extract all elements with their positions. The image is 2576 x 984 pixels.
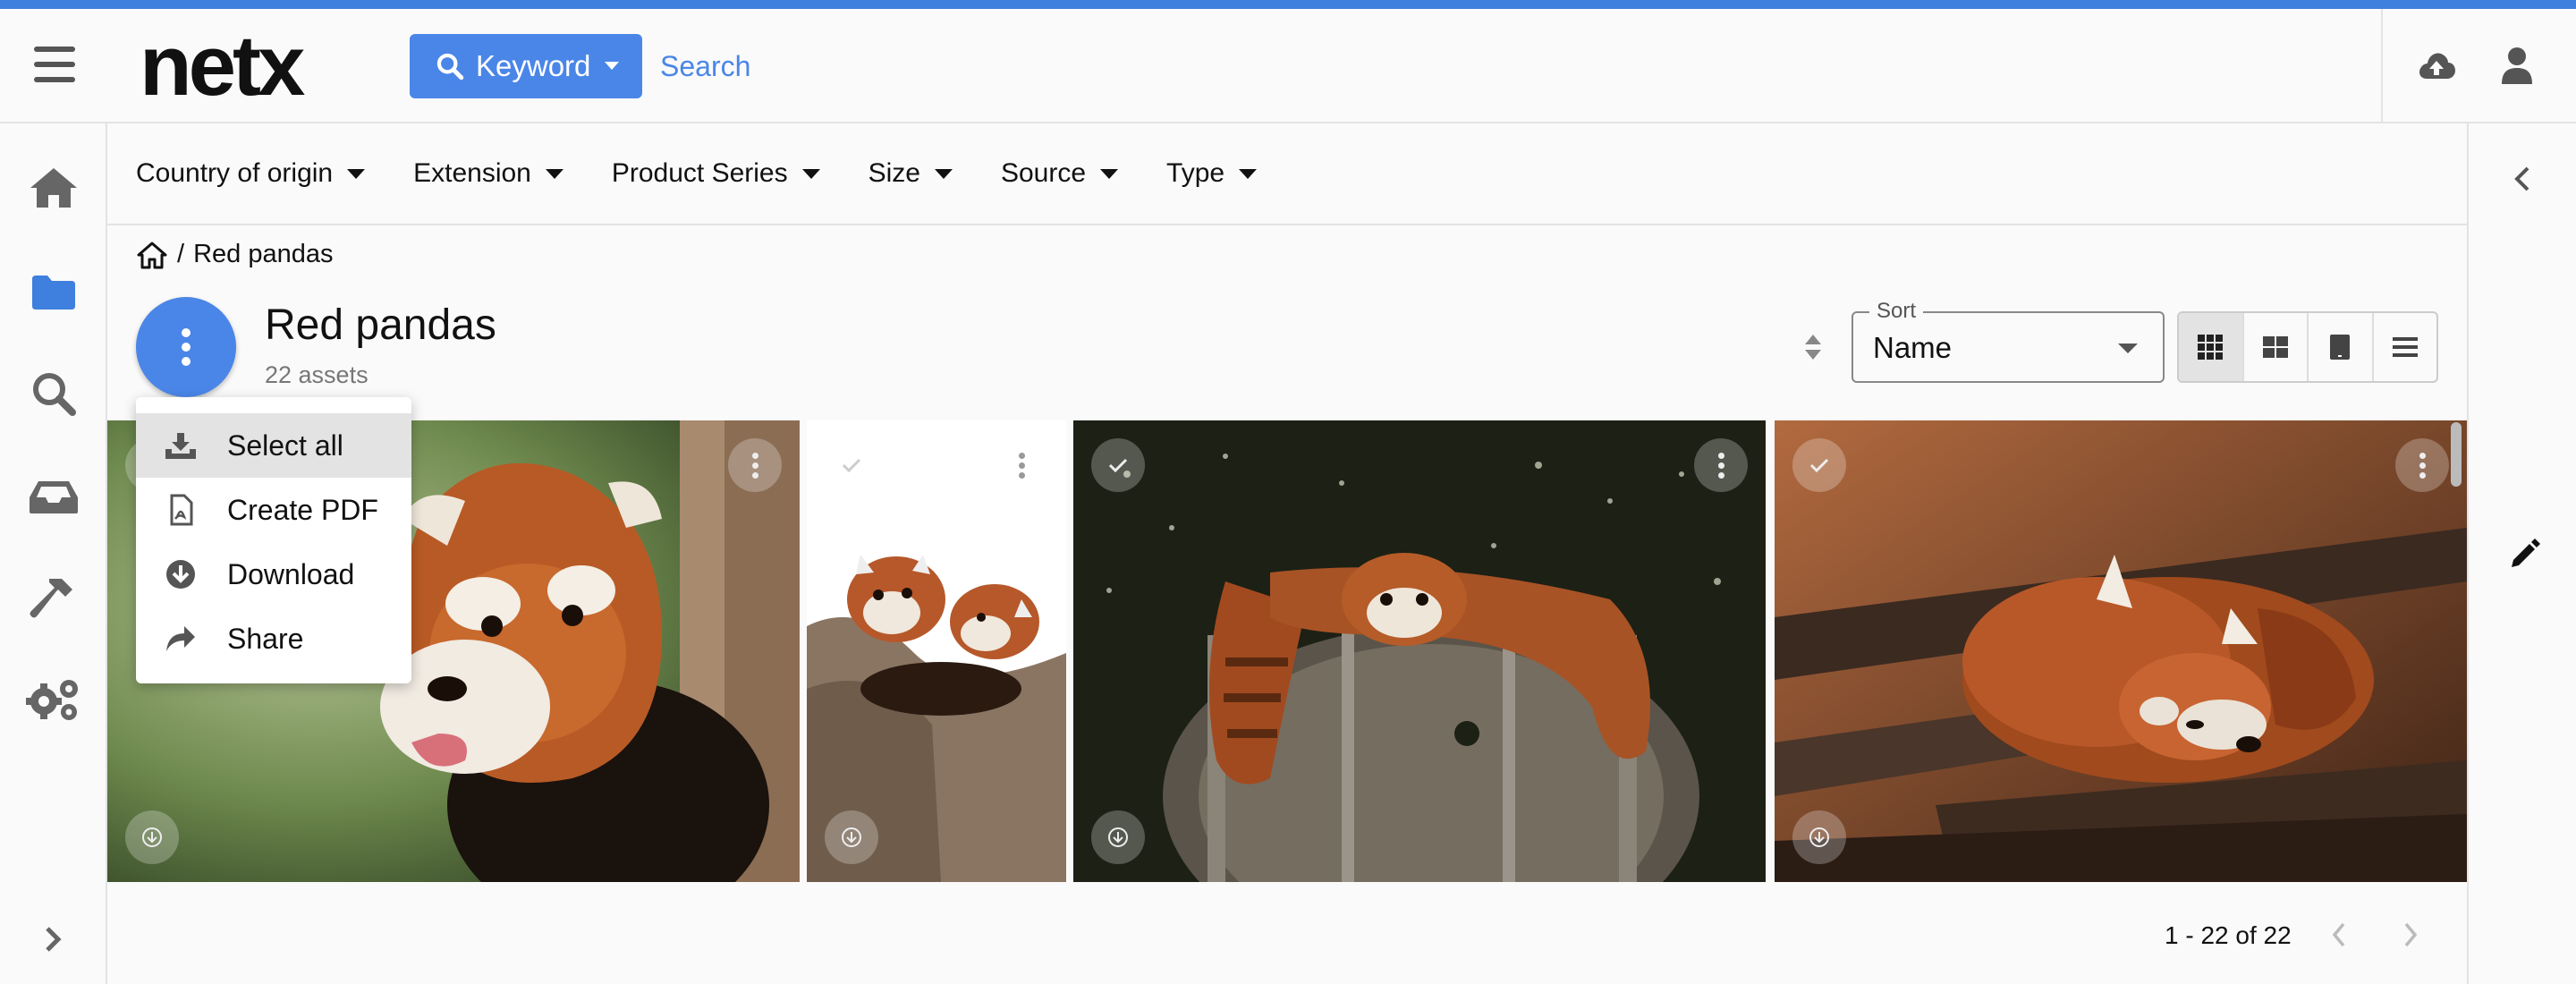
breadcrumb-current: Red pandas — [193, 240, 334, 268]
asset-count: 22 assets — [265, 361, 369, 388]
keyword-search-type-button[interactable]: Keyword — [410, 34, 642, 98]
asset-more-menu[interactable] — [1694, 438, 1748, 492]
pagination-range: 1 - 22 of 22 — [2165, 921, 2292, 949]
menu-item-create-pdf[interactable]: Create PDF — [136, 478, 411, 542]
edit-pencil-icon[interactable] — [2510, 539, 2540, 569]
asset-more-menu[interactable] — [995, 438, 1048, 492]
filter-product-series[interactable]: Product Series — [612, 158, 820, 189]
right-details-rail — [2467, 123, 2576, 984]
collapse-panel-chevron-icon[interactable] — [2513, 165, 2531, 193]
cloud-upload-icon[interactable] — [2417, 50, 2456, 85]
filter-source[interactable]: Source — [1001, 158, 1119, 189]
sort-label: Sort — [1869, 299, 1924, 324]
facet-filter-bar: Country of origin Extension Product Seri… — [107, 123, 2467, 225]
folder-actions-button[interactable] — [136, 297, 236, 397]
filter-extension[interactable]: Extension — [413, 158, 564, 189]
view-list-button[interactable] — [2374, 313, 2437, 381]
asset-more-menu[interactable] — [2395, 438, 2449, 492]
download-icon[interactable] — [1792, 810, 1846, 864]
asset-tile[interactable] — [807, 420, 1066, 882]
share-arrow-icon — [166, 626, 195, 651]
menu-item-download[interactable]: Download — [136, 542, 411, 607]
view-mode-toggle — [2177, 311, 2438, 383]
download-icon[interactable] — [825, 810, 878, 864]
header-divider — [2381, 9, 2383, 123]
home-outline-icon[interactable] — [136, 241, 168, 269]
top-accent-bar — [0, 0, 2576, 9]
asset-more-menu[interactable] — [728, 438, 782, 492]
expand-sidebar-chevron-icon[interactable] — [25, 914, 82, 964]
download-icon[interactable] — [1091, 810, 1145, 864]
pdf-file-icon — [170, 494, 193, 526]
caret-down-icon — [347, 168, 366, 179]
caret-down-icon — [1100, 168, 1119, 179]
download-circle-icon — [166, 560, 195, 589]
asset-tile[interactable] — [1073, 420, 1766, 882]
view-single-asset-button[interactable] — [2309, 313, 2374, 381]
filter-type[interactable]: Type — [1166, 158, 1258, 189]
caret-down-icon — [605, 62, 620, 70]
check-icon — [1108, 458, 1128, 473]
filter-size[interactable]: Size — [869, 158, 953, 189]
select-all-tray-icon — [165, 433, 196, 459]
grid-scrollbar[interactable] — [2451, 422, 2462, 487]
menu-item-select-all[interactable]: Select all — [136, 413, 411, 478]
inbox-icon[interactable] — [25, 472, 82, 522]
breadcrumb: / Red pandas — [136, 240, 333, 269]
sort-value: Name — [1873, 331, 1953, 364]
keyword-label: Keyword — [476, 49, 591, 82]
search-input[interactable] — [660, 41, 2360, 91]
previous-page-icon[interactable] — [2331, 921, 2347, 953]
view-small-grid-button[interactable] — [2179, 313, 2244, 381]
caret-down-icon — [801, 168, 820, 179]
asset-grid — [107, 420, 2467, 882]
sort-direction-icon[interactable] — [1803, 333, 1823, 366]
folder-icon[interactable] — [25, 267, 82, 317]
user-account-icon[interactable] — [2501, 47, 2533, 89]
admin-settings-gears-icon[interactable] — [25, 674, 82, 725]
check-icon — [1809, 458, 1829, 473]
header: netx Keyword — [0, 9, 2576, 123]
menu-item-share[interactable]: Share — [136, 607, 411, 671]
folder-actions-menu: Select all Create PDF Download Share — [136, 397, 411, 683]
hamburger-menu-icon[interactable] — [34, 47, 75, 82]
tablet-icon — [2330, 335, 2351, 360]
home-icon[interactable] — [25, 163, 82, 213]
search-nav-icon[interactable] — [25, 369, 82, 419]
select-checkbox[interactable] — [825, 438, 878, 492]
download-icon[interactable] — [125, 810, 179, 864]
page-title: Red pandas — [265, 301, 496, 349]
red-panda-thumbnail — [1775, 420, 2467, 882]
grid-small-icon — [2198, 335, 2224, 360]
sort-select[interactable]: Sort Name — [1852, 299, 2165, 383]
caret-down-icon — [934, 168, 953, 179]
search-icon — [436, 53, 464, 81]
caret-down-icon — [1239, 168, 1258, 179]
grid-large-icon — [2262, 336, 2288, 358]
netx-logo[interactable]: netx — [140, 21, 305, 111]
hammer-tools-icon[interactable] — [25, 573, 82, 623]
next-page-icon[interactable] — [2402, 921, 2419, 953]
select-checkbox[interactable] — [1091, 438, 1145, 492]
breadcrumb-separator: / — [177, 240, 185, 268]
asset-tile[interactable] — [1775, 420, 2467, 882]
filter-country-of-origin[interactable]: Country of origin — [136, 158, 366, 189]
caret-down-icon — [2118, 344, 2138, 353]
list-icon — [2392, 337, 2418, 357]
view-large-grid-button[interactable] — [2244, 313, 2309, 381]
left-nav-rail — [0, 123, 107, 984]
check-icon — [842, 458, 861, 473]
caret-down-icon — [545, 168, 564, 179]
select-checkbox[interactable] — [1792, 438, 1846, 492]
red-panda-thumbnail — [1073, 420, 1766, 882]
